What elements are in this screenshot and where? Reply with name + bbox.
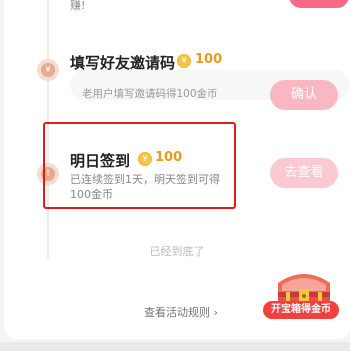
yuan-icon: ¥ — [41, 63, 55, 77]
timeline-dot: ¥ — [37, 59, 59, 81]
coin-icon: ¥ — [177, 54, 191, 68]
invite-code-placeholder: 老用户填写邀请码得100金币 — [82, 88, 218, 100]
bottom-nav-bar — [0, 342, 350, 351]
end-of-list-text: 已经到底了 — [149, 245, 205, 258]
top-item-desc: 赚! — [70, 0, 86, 12]
top-item-button[interactable] — [289, 0, 349, 8]
view-button[interactable]: 去查看 — [270, 158, 338, 188]
activity-rules-link[interactable]: 查看活动规则 › — [144, 304, 218, 320]
confirm-button[interactable]: 确认 — [270, 80, 338, 110]
invite-reward-amount: 100 — [195, 52, 223, 67]
highlight-box — [43, 122, 236, 209]
treasure-chest-label[interactable]: 开宝箱得金币 — [263, 301, 339, 319]
